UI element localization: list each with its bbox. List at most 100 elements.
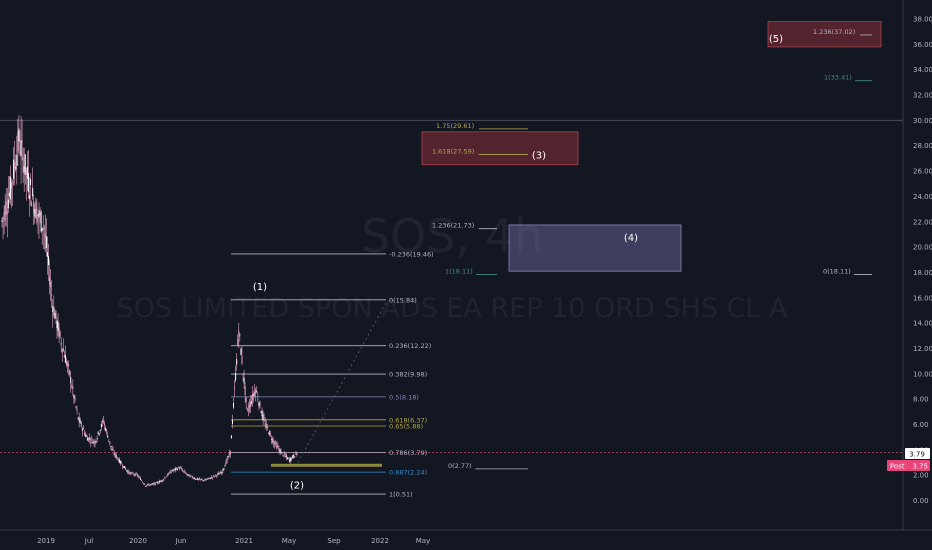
candle-body [188,474,190,477]
candle-body [198,478,200,480]
candle-body [65,361,67,365]
candle-body [216,475,218,477]
candle-body [238,330,240,337]
candle-body [107,435,109,438]
candle-body [3,211,5,217]
candle-body [153,483,155,485]
candle-body [227,456,229,458]
candle-body [246,408,248,410]
candle-body [268,430,270,436]
candle-body [171,469,173,472]
watermark-name: SOS LIMITED SPON ADS EA REP 10 ORD SHS C… [117,293,788,324]
candle-body [228,452,230,456]
candle-body [146,485,148,486]
candle-body [83,432,85,435]
candle-body [242,373,244,375]
candle-body [217,473,219,475]
candle-body [68,364,70,366]
candle-body [20,140,22,157]
candle-body [154,482,156,485]
candle-body [229,450,231,455]
candle-body [24,154,26,175]
candle-body [27,172,29,193]
candle-body [111,448,113,451]
candle-body [280,451,282,454]
candle-body [70,376,72,384]
candle-body [104,423,106,425]
fib-far-label: 1.236(37.02) [813,28,855,36]
fib-level-label: 0.786(3.79) [389,449,427,457]
candle-body [34,208,36,217]
candle-body [287,457,289,459]
fib-ext-label: 1.75(29.61) [436,122,474,130]
candle-body [278,448,280,450]
candle-body [4,205,6,221]
candle-body [203,480,205,482]
fib-far-label: 0(18.11) [823,268,851,276]
candle-body [115,454,117,458]
candle-body [237,339,239,346]
candle-body [46,252,48,257]
candle-body [32,188,34,197]
candle-body [58,327,60,338]
candle-body [189,475,191,478]
candle-body [99,429,101,432]
price-chart[interactable]: SOS, 4h SOS LIMITED SPON ADS EA REP 10 O… [0,0,932,550]
candle-body [209,478,211,480]
y-tick-label: 8.00 [913,396,929,404]
candle-body [223,468,225,470]
candle-body [253,394,255,396]
candle-body [145,485,147,487]
y-tick-label: 0.00 [913,497,929,505]
candle-body [265,423,267,428]
candle-body [17,131,19,152]
candle-body [250,401,252,404]
candle-body [159,480,161,483]
candle-body [260,412,262,413]
y-tick-label: 30.00 [913,117,932,125]
candle-body [21,140,23,143]
y-tick-label: 34.00 [913,66,932,74]
candle-body [155,482,157,483]
candle-body [100,423,102,428]
candle-body [127,471,129,473]
candle-body [285,455,287,457]
candle-body [13,159,15,179]
candle-body [172,470,174,472]
candle-body [53,306,55,315]
candle-body [37,214,39,217]
fib-ext-label: 1.236(21.73) [432,222,474,230]
candle-body [133,474,135,476]
candle-body [55,310,57,319]
candle-body [211,477,213,478]
candle-body [96,438,98,440]
candle-body [235,372,237,381]
candle-body [243,377,245,384]
y-tick-label: 12.00 [913,345,932,353]
candle-body [45,236,47,249]
candle-body [239,333,241,336]
wave-label: (5) [769,34,783,45]
candle-body [241,356,243,364]
y-tick-label: 28.00 [913,142,932,150]
candle-body [157,482,159,484]
candle-body [197,478,199,480]
candle-body [272,438,274,443]
candle-body [63,355,65,358]
x-tick-label: May [282,537,296,545]
x-tick-label: Jul [84,537,94,545]
candle-body [125,468,127,470]
candle-body [90,441,92,443]
candle-body [270,433,272,435]
y-tick-label: 20.00 [913,244,932,252]
candle-body [169,471,171,474]
candle-body [135,473,137,475]
candle-body [120,463,122,465]
candle-body [263,419,265,421]
candle-body [61,348,63,353]
candle-body [164,477,166,479]
candle-body [26,166,28,179]
candle-body [131,472,133,474]
candle-body [199,478,201,480]
candle-body [202,479,204,481]
